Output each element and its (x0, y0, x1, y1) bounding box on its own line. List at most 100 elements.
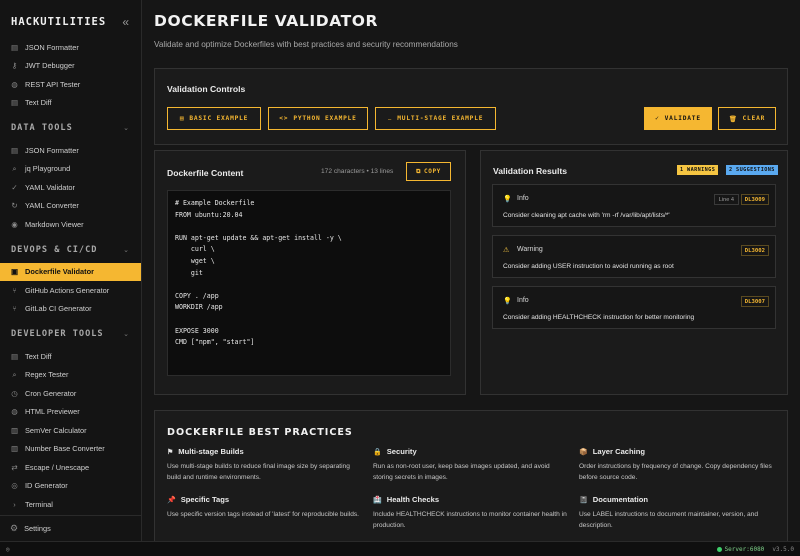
sidebar-item-terminal[interactable]: › Terminal (0, 495, 141, 514)
sidebar-item-jwt-debugger[interactable]: ⚷ JWT Debugger (0, 57, 141, 76)
section-title: DEVELOPER TOOLS (11, 329, 104, 339)
sidebar-item-text-diff-2[interactable]: ▤ Text Diff (0, 347, 141, 366)
copy-icon: ⧉ (416, 167, 422, 175)
dockerfile-content-card: Dockerfile Content 172 characters • 13 l… (154, 150, 466, 395)
sidebar-item-dockerfile-validator[interactable]: ▣ Dockerfile Validator (0, 262, 141, 281)
result-item: ⚠ Warning DL3002 Consider adding USER in… (492, 235, 776, 278)
section-data-tools[interactable]: DATA TOOLS ⌄ (0, 115, 141, 141)
sidebar-item-label: jq Playground (25, 164, 71, 174)
best-practice-desc: Order instructions by frequency of chang… (579, 463, 772, 481)
sidebar-item-regex-tester[interactable]: ⌕ Regex Tester (0, 366, 141, 385)
rule-code: DL3009 (740, 194, 769, 205)
python-example-button[interactable]: <> PYTHON EXAMPLE (268, 107, 368, 130)
page-title: DOCKERFILE VALIDATOR (154, 12, 379, 30)
card-title: Validation Controls (167, 84, 246, 94)
branch-icon: ⑂ (12, 304, 17, 314)
card-title: Dockerfile Content (167, 168, 244, 178)
sidebar-item-yaml-converter[interactable]: ↻ YAML Converter (0, 197, 141, 216)
shuffle-icon: ⇄ (11, 462, 18, 472)
search-icon: ⌕ (12, 369, 17, 379)
sidebar-item-label: ID Generator (25, 481, 68, 491)
sidebar-item-label: YAML Validator (25, 182, 75, 192)
sidebar-item-label: Number Base Converter (25, 444, 105, 454)
result-message: Consider cleaning apt cache with 'rm -rf… (503, 212, 670, 219)
flag-icon: ⚑ (167, 448, 174, 456)
chevron-down-icon: ⌄ (123, 331, 129, 338)
best-practice-title: Specific Tags (180, 495, 230, 504)
trash-icon: 🗑 (728, 115, 738, 123)
file-icon: ▤ (11, 351, 18, 361)
copy-button[interactable]: ⧉ COPY (406, 162, 451, 181)
result-message: Consider adding HEALTHCHECK instruction … (503, 314, 695, 321)
server-label: Server:6080 (724, 545, 765, 553)
sidebar-item-label: GitHub Actions Generator (25, 285, 110, 295)
sidebar-item-json-formatter[interactable]: ▤ JSON Formatter (0, 38, 141, 57)
app-title: HACKUTILITIES (11, 16, 107, 28)
file-icon: ▤ (11, 42, 18, 52)
button-label: MULTI-STAGE EXAMPLE (397, 115, 484, 122)
clear-button[interactable]: 🗑 CLEAR (718, 107, 776, 130)
dockerfile-editor[interactable]: # Example Dockerfile FROM ubuntu:20.04 R… (167, 190, 451, 376)
result-item: 💡 Info DL3007 Consider adding HEALTHCHEC… (492, 286, 776, 329)
result-type: Info (517, 297, 529, 304)
button-label: CLEAR (742, 115, 766, 122)
sidebar-item-text-diff[interactable]: ▤ Text Diff (0, 94, 141, 113)
best-practice-desc: Run as non-root user, keep base images u… (373, 463, 550, 481)
sidebar-item-github-actions-generator[interactable]: ⑂ GitHub Actions Generator (0, 281, 141, 300)
sidebar-item-escape-unescape[interactable]: ⇄ Escape / Unescape (0, 458, 141, 477)
globe-icon: ◍ (11, 407, 18, 417)
best-practice-title: Multi-stage Builds (178, 447, 244, 456)
terminal-icon: › (13, 499, 16, 509)
settings-label: Settings (24, 524, 51, 533)
layers-icon: ⚊ (387, 115, 393, 122)
best-practice-desc: Use specific version tags instead of 'la… (167, 511, 360, 518)
clock-icon: ◷ (11, 388, 18, 398)
branch-icon: ⑂ (12, 285, 17, 295)
sidebar-item-html-previewer[interactable]: ◍ HTML Previewer (0, 403, 141, 422)
sidebar-item-label: YAML Converter (25, 201, 79, 211)
box-icon: 📦 (579, 448, 588, 456)
sidebar-item-yaml-validator[interactable]: ✓ YAML Validator (0, 178, 141, 197)
sidebar-item-label: GitLab CI Generator (25, 304, 92, 314)
best-practice-item: ⚑ Multi-stage Builds Use multi-stage buil… (167, 447, 365, 483)
sidebar-item-markdown-viewer[interactable]: ◉ Markdown Viewer (0, 215, 141, 234)
globe-icon: ◍ (11, 79, 18, 89)
sidebar-item-id-generator[interactable]: ◎ ID Generator (0, 477, 141, 496)
sidebar-item-number-base-converter[interactable]: ▥ Number Base Converter (0, 440, 141, 459)
best-practice-title: Health Checks (386, 495, 440, 504)
sidebar-item-label: HTML Previewer (25, 407, 80, 417)
settings-button[interactable]: ⚙ Settings (0, 515, 141, 541)
help-circle-icon[interactable]: ◎ (6, 546, 10, 553)
section-developer-tools[interactable]: DEVELOPER TOOLS ⌄ (0, 321, 141, 347)
warning-icon: ⚠ (503, 247, 510, 254)
validate-button[interactable]: ✓ VALIDATE (644, 107, 712, 130)
check-icon: ✓ (11, 182, 18, 192)
best-practice-item: 📦 Layer Caching Order instructions by fre… (579, 447, 777, 483)
search-icon: ⌕ (12, 163, 17, 173)
code-icon: <> (279, 115, 289, 122)
refresh-icon: ↻ (11, 201, 18, 211)
sidebar-item-jq-playground[interactable]: ⌕ jq Playground (0, 160, 141, 179)
best-practice-title: Layer Caching (592, 447, 646, 456)
sidebar-item-json-formatter-2[interactable]: ▤ JSON Formatter (0, 141, 141, 160)
pin-icon: 📌 (167, 496, 176, 504)
sidebar-item-label: Regex Tester (25, 370, 69, 380)
warnings-badge: 1 WARNINGS (677, 165, 719, 175)
section-devops[interactable]: DEVOPS & CI/CD ⌄ (0, 237, 141, 263)
sidebar-item-cron-generator[interactable]: ◷ Cron Generator (0, 384, 141, 403)
double-chevron-left-icon[interactable]: « (122, 15, 129, 29)
sidebar-item-rest-api-tester[interactable]: ◍ REST API Tester (0, 75, 141, 94)
card-title: Validation Results (493, 166, 568, 176)
status-bar: ◎ Server:6080 v3.5.0 (0, 541, 800, 556)
eye-icon: ◉ (11, 219, 18, 229)
sidebar-item-label: Text Diff (25, 98, 52, 108)
basic-example-button[interactable]: ▤ BASIC EXAMPLE (167, 107, 261, 130)
file-icon: ▤ (11, 98, 18, 108)
best-practices-title: DOCKERFILE BEST PRACTICES (167, 427, 353, 438)
sidebar-item-gitlab-ci-generator[interactable]: ⑂ GitLab CI Generator (0, 300, 141, 319)
sidebar-item-label: JSON Formatter (25, 42, 79, 52)
multi-stage-example-button[interactable]: ⚊ MULTI-STAGE EXAMPLE (375, 107, 496, 130)
sidebar-item-semver-calculator[interactable]: ▥ SemVer Calculator (0, 421, 141, 440)
result-item: 💡 Info Line 4 DL3009 Consider cleaning a… (492, 184, 776, 227)
fingerprint-icon: ◎ (11, 481, 18, 491)
